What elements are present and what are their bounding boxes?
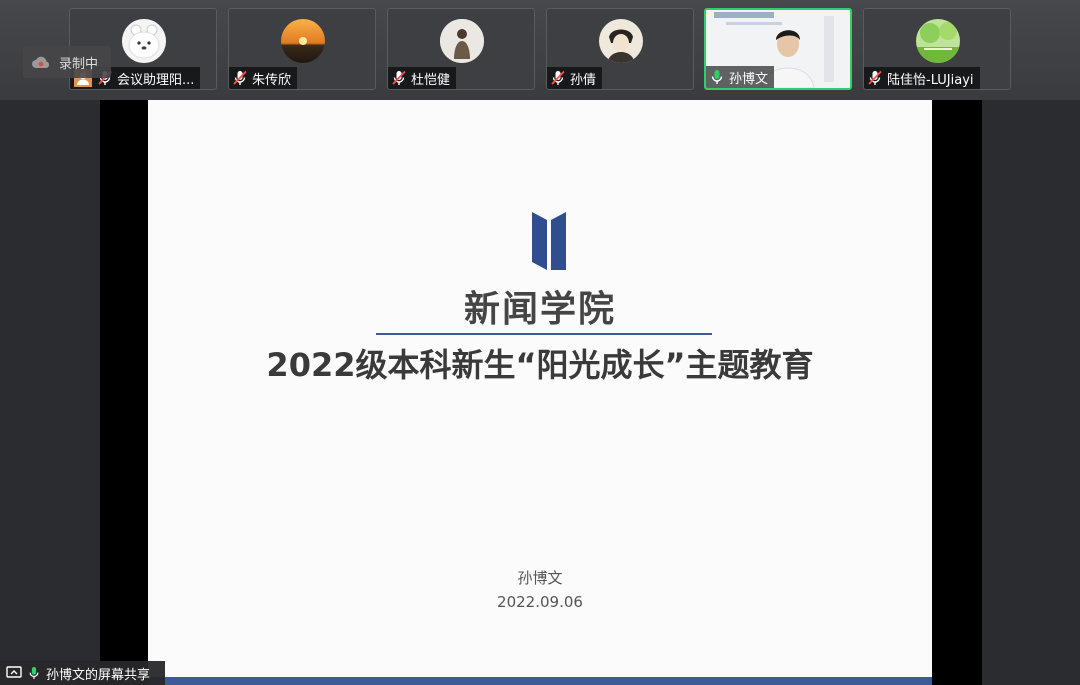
bear-avatar — [122, 19, 166, 63]
muted-mic-icon — [392, 70, 406, 85]
participant-namebar: 孙倩 — [547, 67, 603, 89]
left-margin — [0, 100, 100, 685]
participant-name: 会议助理阳... — [117, 72, 195, 88]
mic-on-icon — [29, 667, 39, 679]
college-logo-icon — [532, 212, 566, 270]
recording-label: 录制中 — [59, 56, 99, 72]
title-divider — [376, 333, 712, 335]
right-margin — [982, 100, 1080, 685]
screen-share-icon — [6, 666, 22, 678]
portrait-avatar — [599, 19, 643, 63]
participant-name: 陆佳怡-LUJiayi — [887, 72, 974, 88]
participant-tile-2[interactable]: 朱传欣 — [228, 8, 376, 90]
muted-mic-icon — [551, 70, 565, 85]
participant-tile-6[interactable]: 陆佳怡-LUJiayi — [863, 8, 1011, 90]
participant-tile-3[interactable]: 杜恺健 — [387, 8, 535, 90]
participant-namebar: 朱传欣 — [229, 67, 298, 89]
slide-title: 新闻学院 — [463, 289, 616, 330]
slide-presenter: 孙博文 — [517, 569, 563, 587]
participant-name: 孙博文 — [729, 71, 769, 87]
recording-indicator[interactable]: 录制中 — [23, 46, 111, 78]
slide-date: 2022.09.06 — [497, 593, 583, 611]
participant-name: 孙倩 — [570, 72, 597, 88]
mic-on-icon — [711, 70, 723, 84]
person-avatar — [440, 19, 484, 63]
participant-namebar: 孙博文 — [706, 66, 775, 88]
participant-namebar: 杜恺健 — [388, 67, 457, 89]
screen-share-label: 孙博文的屏幕共享 — [46, 667, 151, 683]
slide-subtitle: 2022级本科新生“阳光成长”主题教育 — [266, 346, 814, 384]
slide-bottom-bar — [148, 677, 932, 685]
participant-strip: 会议助理阳... 朱传欣 杜恺健 孙倩 孙博文 陆佳怡-LUJiayi 录制中 — [0, 0, 1080, 100]
shared-screen-slide: 新闻学院 2022级本科新生“阳光成长”主题教育 孙博文 2022.09.06 — [148, 100, 932, 685]
sunset-avatar — [281, 19, 325, 63]
screen-share-indicator[interactable]: 孙博文的屏幕共享 — [0, 661, 165, 685]
letterbox-left — [100, 100, 148, 685]
participant-name: 杜恺健 — [411, 72, 451, 88]
participant-namebar: 陆佳怡-LUJiayi — [864, 67, 980, 89]
muted-mic-icon — [233, 70, 247, 85]
participant-tile-4[interactable]: 孙倩 — [546, 8, 694, 90]
landscape-avatar — [916, 19, 960, 63]
letterbox-right — [932, 100, 982, 685]
muted-mic-icon — [868, 70, 882, 85]
participant-name: 朱传欣 — [252, 72, 292, 88]
participant-tile-5-active[interactable]: 孙博文 — [704, 8, 852, 90]
cloud-record-icon — [32, 56, 50, 68]
